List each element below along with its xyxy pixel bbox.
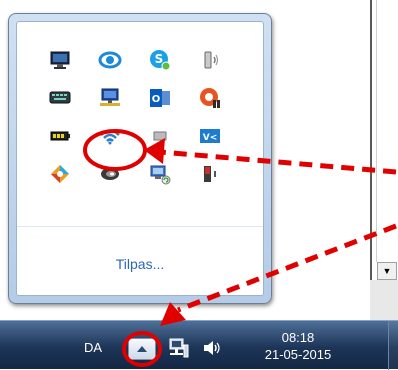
- show-hidden-icons-button[interactable]: [128, 338, 156, 360]
- volume-icon[interactable]: [202, 338, 222, 358]
- background-window-footer: [370, 280, 398, 320]
- network-icon[interactable]: [168, 337, 190, 359]
- language-indicator[interactable]: DA: [84, 340, 102, 355]
- browser-e-icon[interactable]: [85, 41, 135, 79]
- swirl-app-icon[interactable]: [85, 155, 135, 193]
- clock[interactable]: 08:18 21-05-2015: [248, 329, 348, 363]
- volume-device-icon[interactable]: [185, 41, 235, 79]
- outlook-icon[interactable]: O: [135, 79, 185, 117]
- network-computer-icon[interactable]: [85, 79, 135, 117]
- svg-text:O: O: [152, 94, 161, 105]
- show-desktop-button[interactable]: [388, 321, 398, 370]
- scroll-down-button[interactable]: ▼: [377, 262, 397, 280]
- taskbar: DA 08:18 21-05-2015: [0, 320, 398, 370]
- vmware-icon[interactable]: V<: [185, 117, 235, 155]
- clock-date: 21-05-2015: [264, 347, 332, 362]
- battery-icon[interactable]: [35, 117, 85, 155]
- keyboard-device-icon[interactable]: [35, 79, 85, 117]
- chevron-up-icon: [137, 346, 147, 352]
- customize-link[interactable]: Tilpas...: [9, 256, 271, 272]
- color-app-icon[interactable]: [35, 155, 85, 193]
- svg-text:V<: V<: [203, 133, 218, 143]
- computer-sync-icon[interactable]: [135, 155, 185, 193]
- background-window-border: [370, 0, 372, 280]
- notification-overflow-popup: S O V< Tilpas...: [8, 13, 272, 304]
- popup-divider: [17, 226, 263, 227]
- background-scrollbar-track[interactable]: [376, 0, 398, 262]
- wireless-network-icon[interactable]: [85, 117, 135, 155]
- display-icon[interactable]: [35, 41, 85, 79]
- speaker-device-icon[interactable]: [185, 155, 235, 193]
- update-app-icon[interactable]: [185, 79, 235, 117]
- hidden-icon[interactable]: [135, 117, 185, 155]
- tray-icon-grid: S O V<: [35, 41, 235, 193]
- clock-time: 08:18: [281, 330, 315, 345]
- skype-icon[interactable]: S: [135, 41, 185, 79]
